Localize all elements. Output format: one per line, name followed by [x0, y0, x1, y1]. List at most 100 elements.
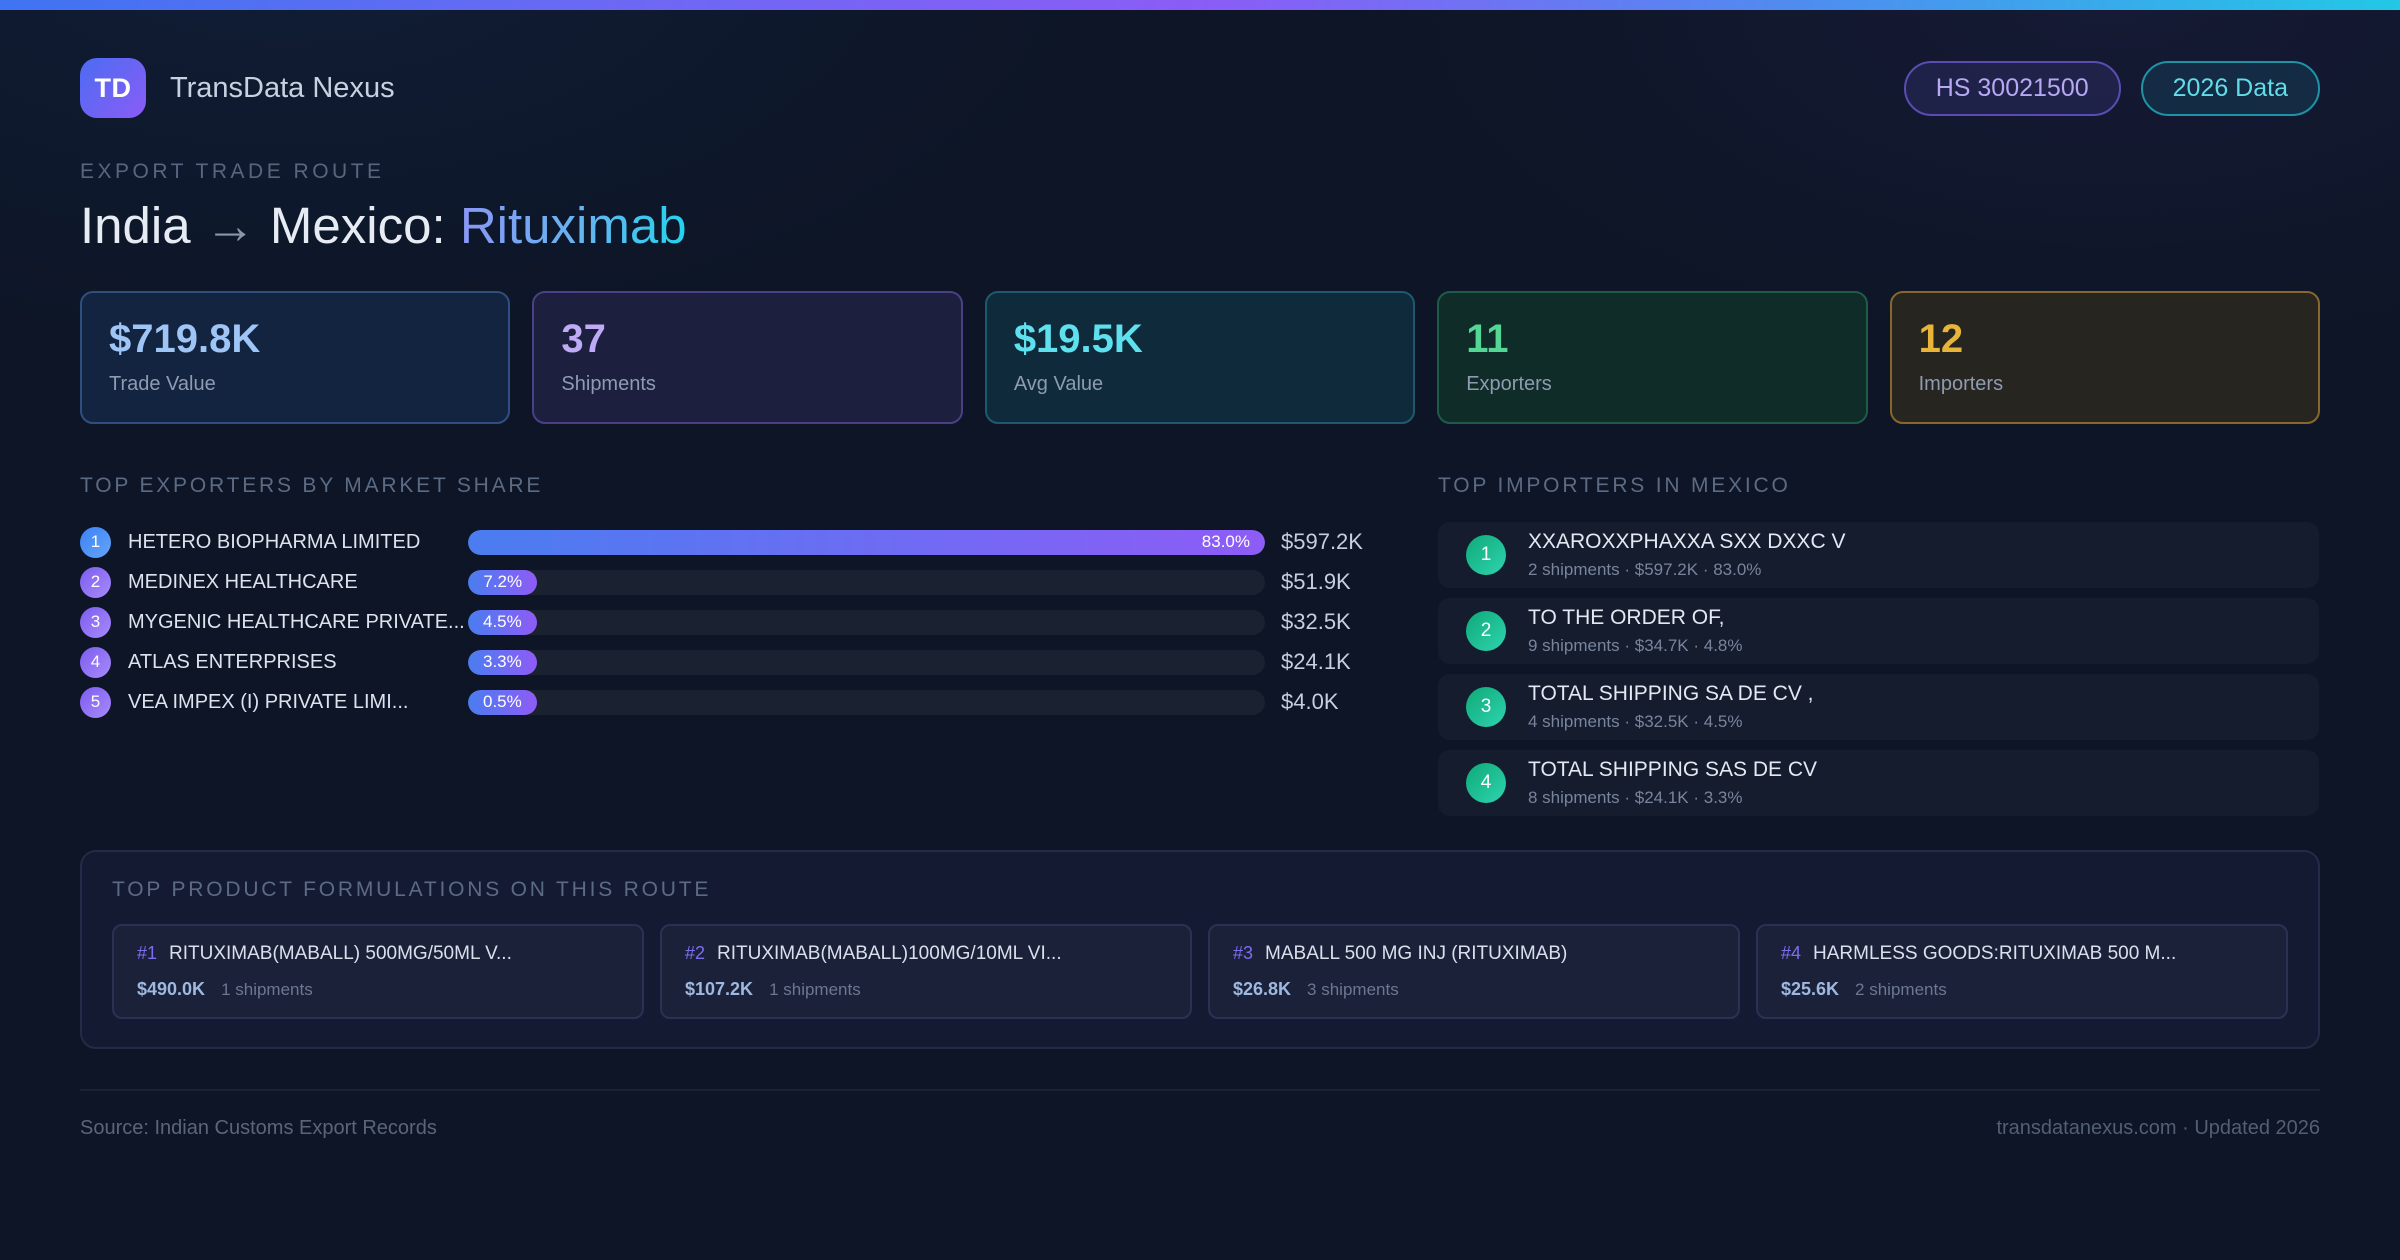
stat-label: Trade Value — [109, 373, 216, 395]
exporters-panel: TOP EXPORTERS BY MARKET SHARE 1 HETERO B… — [80, 474, 1377, 826]
exporter-row[interactable]: 1 HETERO BIOPHARMA LIMITED 83.0% $597.2K — [80, 522, 1377, 562]
stat-label: Exporters — [1466, 373, 1552, 395]
importer-name: XXAROXXPHAXXA SXX DXXC V — [1528, 530, 1846, 553]
formulation-card[interactable]: #1 RITUXIMAB(MABALL) 500MG/50ML V... $49… — [112, 924, 644, 1019]
stat-label: Avg Value — [1013, 373, 1104, 395]
stat-card-shipments: 37 Shipments — [532, 291, 963, 424]
formulation-name: HARMLESS GOODS:RITUXIMAB 500 M... — [1813, 943, 2177, 964]
formulation-value: $26.8K — [1233, 979, 1292, 999]
exporter-value: $24.1K — [1281, 649, 1351, 674]
market-share-bar: 0.5% — [468, 689, 537, 715]
formulation-value: $107.2K — [685, 979, 754, 999]
formulations-title: TOP PRODUCT FORMULATIONS ON THIS ROUTE — [112, 878, 712, 901]
stat-value: 11 — [1466, 317, 1509, 361]
exporter-name: MEDINEX HEALTHCARE — [128, 570, 358, 593]
stat-value: $719.8K — [109, 317, 261, 361]
market-share-bar-track: 0.5% — [468, 689, 1265, 715]
footer-source: Source: Indian Customs Export Records — [80, 1117, 437, 1139]
dashboard-page: TD TransData Nexus HS 30021500 2026 Data… — [0, 58, 2400, 1140]
exporters-title: TOP EXPORTERS BY MARKET SHARE — [80, 474, 544, 497]
stat-cards-row: $719.8K Trade Value 37 Shipments $19.5K … — [80, 291, 2321, 424]
formulation-name: RITUXIMAB(MABALL)100MG/10ML VI... — [717, 943, 1062, 964]
importer-row[interactable]: 2 TO THE ORDER OF, 9 shipments · $34.7K … — [1438, 598, 2319, 664]
rank-badge: 2 — [80, 566, 111, 598]
importer-meta: 2 shipments · $597.2K · 83.0% — [1528, 560, 1762, 579]
importer-meta: 4 shipments · $32.5K · 4.5% — [1528, 712, 1743, 731]
formulation-shipments: 2 shipments — [1855, 980, 1947, 999]
exporter-value: $4.0K — [1281, 689, 1339, 714]
exporter-row[interactable]: 2 MEDINEX HEALTHCARE 7.2% $51.9K — [80, 562, 1377, 602]
exporter-name: VEA IMPEX (I) PRIVATE LIMI... — [128, 690, 409, 713]
hs-code-badge[interactable]: HS 30021500 — [1903, 60, 2121, 116]
exporter-row[interactable]: 3 MYGENIC HEALTHCARE PRIVATE... 4.5% $32… — [80, 602, 1377, 642]
rank-badge: 3 — [80, 606, 111, 638]
formulation-card[interactable]: #3 MABALL 500 MG INJ (RITUXIMAB) $26.8K … — [1208, 924, 1740, 1019]
importer-name: TOTAL SHIPPING SA DE CV , — [1528, 682, 1814, 705]
top-accent-bar — [0, 0, 2400, 10]
stat-label: Importers — [1918, 373, 2004, 395]
stat-card-trade-value: $719.8K Trade Value — [80, 291, 511, 424]
header-badges: HS 30021500 2026 Data — [1903, 60, 2320, 116]
page-eyebrow: EXPORT TRADE ROUTE — [80, 160, 385, 183]
formulation-value: $25.6K — [1781, 979, 1840, 999]
rank-badge: 5 — [80, 686, 111, 718]
importer-row[interactable]: 4 TOTAL SHIPPING SAS DE CV 8 shipments ·… — [1438, 750, 2319, 816]
stat-value: 12 — [1918, 317, 1964, 361]
importer-row[interactable]: 1 XXAROXXPHAXXA SXX DXXC V 2 shipments ·… — [1438, 522, 2319, 588]
rank-badge: 1 — [1466, 535, 1506, 575]
exporter-row[interactable]: 4 ATLAS ENTERPRISES 3.3% $24.1K — [80, 642, 1377, 682]
stat-value: $19.5K — [1013, 317, 1143, 361]
formulation-rank: #4 — [1781, 943, 1802, 963]
market-share-bar: 83.0% — [468, 529, 1265, 555]
lists-section: TOP EXPORTERS BY MARKET SHARE 1 HETERO B… — [80, 474, 2320, 826]
market-share-bar: 3.3% — [468, 649, 537, 675]
app-logo-text: TD — [94, 72, 132, 103]
rank-badge: 4 — [80, 646, 111, 678]
importer-row[interactable]: 3 TOTAL SHIPPING SA DE CV , 4 shipments … — [1438, 674, 2319, 740]
stat-value: 37 — [561, 317, 606, 361]
rank-badge: 1 — [80, 526, 111, 558]
formulation-cards-row: #1 RITUXIMAB(MABALL) 500MG/50ML V... $49… — [112, 924, 2288, 1019]
importer-name: TO THE ORDER OF, — [1528, 606, 1725, 629]
market-share-bar-track: 3.3% — [468, 649, 1265, 675]
formulation-card[interactable]: #2 RITUXIMAB(MABALL)100MG/10ML VI... $10… — [660, 924, 1192, 1019]
exporter-row[interactable]: 5 VEA IMPEX (I) PRIVATE LIMI... 0.5% $4.… — [80, 682, 1377, 722]
formulation-rank: #2 — [685, 943, 706, 963]
app-logo: TD — [80, 58, 146, 118]
importer-meta: 8 shipments · $24.1K · 3.3% — [1528, 788, 1743, 807]
footer: Source: Indian Customs Export Records tr… — [80, 1089, 2320, 1140]
market-share-bar-track: 7.2% — [468, 569, 1265, 595]
rank-badge: 2 — [1466, 611, 1506, 651]
market-share-bar-track: 4.5% — [468, 609, 1265, 635]
importer-meta: 9 shipments · $34.7K · 4.8% — [1528, 636, 1743, 655]
brand-name: TransData Nexus — [170, 71, 395, 104]
formulation-card[interactable]: #4 HARMLESS GOODS:RITUXIMAB 500 M... $25… — [1756, 924, 2288, 1019]
formulation-shipments: 3 shipments — [1307, 980, 1399, 999]
footer-site: transdatanexus.com · Updated 2026 — [1996, 1117, 2320, 1139]
exporter-value: $51.9K — [1281, 569, 1351, 594]
header-brand-group: TD TransData Nexus — [80, 58, 395, 118]
rank-badge: 4 — [1466, 763, 1506, 803]
stat-card-exporters: 11 Exporters — [1437, 291, 1868, 424]
stat-label: Shipments — [561, 373, 656, 395]
formulation-value: $490.0K — [137, 979, 206, 999]
page-title: India → Mexico: Rituximab — [80, 196, 2320, 255]
formulation-rank: #1 — [137, 943, 158, 963]
arrow-icon: → — [204, 197, 256, 254]
importer-name: TOTAL SHIPPING SAS DE CV — [1528, 758, 1818, 781]
exporter-name: ATLAS ENTERPRISES — [128, 650, 337, 673]
exporter-value: $32.5K — [1281, 609, 1351, 634]
market-share-bar: 7.2% — [468, 569, 538, 595]
data-year-badge[interactable]: 2026 Data — [2140, 60, 2320, 116]
formulation-rank: #3 — [1233, 943, 1254, 963]
formulation-name: RITUXIMAB(MABALL) 500MG/50ML V... — [169, 943, 512, 964]
stat-card-avg-value: $19.5K Avg Value — [984, 291, 1416, 424]
title-origin: India — [80, 197, 191, 254]
stat-card-importers: 12 Importers — [1889, 291, 2321, 424]
formulation-shipments: 1 shipments — [769, 980, 861, 999]
exporter-name: MYGENIC HEALTHCARE PRIVATE... — [128, 610, 465, 633]
rank-badge: 3 — [1466, 687, 1506, 727]
exporter-name: HETERO BIOPHARMA LIMITED — [128, 530, 421, 553]
formulation-name: MABALL 500 MG INJ (RITUXIMAB) — [1265, 943, 1568, 964]
title-destination: Mexico: — [255, 197, 460, 254]
